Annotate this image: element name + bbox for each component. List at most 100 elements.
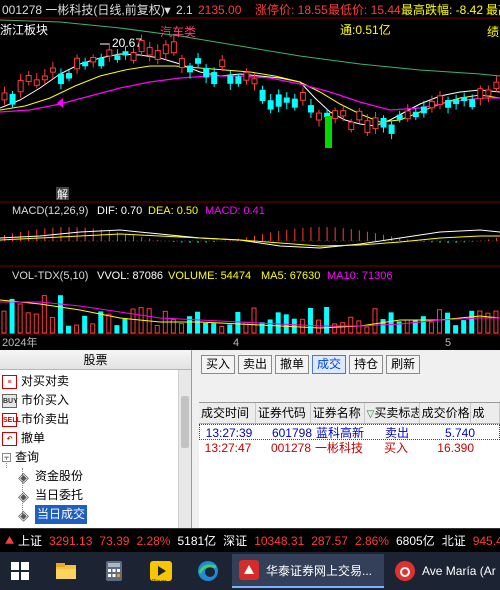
unlock-label: 解 — [57, 187, 68, 201]
sz-amount: 6805亿 — [395, 534, 435, 548]
diamond-icon: ◈ — [18, 506, 29, 523]
cell-name: 蓝科高新 — [316, 426, 365, 439]
header-version: 2.1 — [176, 3, 193, 17]
windows-start-icon[interactable] — [6, 557, 34, 585]
max-label: 最高 — [486, 2, 500, 17]
refresh-button[interactable]: 刷新 — [386, 355, 421, 374]
tree-item-funds-shares[interactable]: ◈ 资金股份 — [16, 467, 83, 486]
volume-bars — [1, 295, 499, 334]
x-axis-may: 5 — [445, 337, 451, 349]
collapse-icon[interactable]: − — [2, 453, 11, 462]
max-drop-label: 最高跌幅: -8.42 — [401, 2, 483, 17]
table-row[interactable]: 13:27:39 601798 蓝科高新 卖出 5.740 — [199, 424, 500, 440]
edge-browser-icon[interactable] — [194, 557, 222, 585]
sell-icon: SELL — [2, 412, 21, 427]
col-price[interactable]: 成交价格 — [420, 403, 471, 423]
vol-ma5: MA5: 67630 — [261, 270, 320, 282]
tree-item-today-deals[interactable]: ◈ 当日成交 — [16, 505, 88, 524]
calculator-icon[interactable] — [100, 557, 128, 585]
chart-title: 001278 一彬科技(日线,前复权) — [2, 2, 165, 17]
macd-value: MACD: 0.41 — [205, 205, 265, 217]
tree-item-label: 查询 — [15, 450, 40, 464]
col-deal-time[interactable]: 成交时间 — [199, 403, 256, 423]
candlestick-series — [1, 34, 500, 148]
tree-item-label: 撤单 — [21, 431, 46, 445]
x-axis-april: 4 — [233, 337, 239, 349]
vol-title: VOL-TDX(5,10) — [12, 270, 88, 282]
vol-vvol: VVOL: 87086 — [97, 270, 163, 282]
signal-marker — [57, 98, 63, 108]
sh-index-value: 3291.13 — [49, 534, 93, 548]
cell-price: 16.390 — [437, 441, 474, 455]
tree-item-label: 当日委托 — [35, 488, 84, 502]
bz-index-value: 945.4 — [472, 534, 500, 548]
table-header: 成交时间 证券代码 证券名称 ▽买卖标志 成交价格 成 — [199, 403, 500, 424]
header-price: 2135.00 — [198, 3, 242, 17]
sz-index-label[interactable]: 深证 — [223, 534, 247, 548]
ma-line-yellow — [0, 65, 500, 123]
trading-panel: 股票 ≡ 对买对卖 BUY 市价买入 SELL 市价卖出 ↶ 撤单 − 查询 ◈… — [0, 350, 500, 528]
huatai-window-title: 华泰证券网上交易... — [266, 563, 373, 578]
high-price-marker: 20.67 — [112, 36, 142, 50]
sh-index-change: 73.39 — [99, 534, 130, 548]
sh-index-label[interactable]: 上证 — [18, 534, 42, 548]
col-flag[interactable]: ▽买卖标志 — [365, 403, 420, 423]
withdraw-button[interactable]: 撤单 — [275, 355, 310, 374]
function-tree: 股票 ≡ 对买对卖 BUY 市价买入 SELL 市价卖出 ↶ 撤单 − 查询 ◈… — [0, 350, 192, 528]
cell-name: 一彬科技 — [315, 441, 364, 455]
tree-item-label: 资金股份 — [35, 469, 84, 483]
diamond-icon: ◈ — [18, 487, 29, 504]
withdraw-icon: ↶ — [2, 431, 17, 446]
tree-item-query[interactable]: − 查询 — [2, 448, 39, 467]
taskbar-huatai-window[interactable]: 华泰证券网上交易... — [232, 554, 384, 588]
positions-button[interactable]: 持仓 — [349, 355, 384, 374]
player-caption: Player — [152, 579, 167, 585]
vol-volume: VOLUME: 54474 — [168, 270, 251, 282]
sh-index-pct: 2.28% — [136, 534, 171, 548]
tree-item-label: 市价卖出 — [21, 412, 70, 426]
table-row[interactable]: 13:27:47 001278 一彬科技 买入 16.390 — [199, 440, 500, 456]
cell-price: 5.740 — [444, 426, 475, 439]
vol-ma10: MA10: 71306 — [327, 270, 392, 282]
buy-button[interactable]: 买入 — [201, 355, 236, 374]
windows-taskbar: Player 华泰证券网上交易... Ave María (Ar — [0, 552, 500, 590]
cell-flag: 卖出 — [384, 426, 409, 439]
red-doc-icon: ≡ — [2, 374, 17, 389]
macd-dea: DEA: 0.50 — [148, 205, 198, 217]
tree-scrollbar[interactable] — [178, 370, 191, 528]
tree-item-market-sell[interactable]: SELL 市价卖出 — [2, 410, 69, 429]
sz-index-change: 287.57 — [311, 534, 348, 548]
player-icon[interactable]: Player — [147, 557, 175, 585]
scroll-thumb[interactable] — [181, 396, 189, 448]
deals-button[interactable]: 成交 — [312, 355, 347, 374]
up-arrow-icon — [5, 536, 14, 544]
huatai-app-icon — [239, 560, 259, 580]
tree-item-withdraw[interactable]: ↶ 撤单 — [2, 429, 45, 448]
cell-flag: 买入 — [383, 441, 408, 455]
sz-index-pct: 2.86% — [354, 534, 389, 548]
tree-item-today-orders[interactable]: ◈ 当日委托 — [16, 486, 83, 505]
tree-header[interactable]: 股票 — [0, 350, 191, 370]
buy-icon: BUY — [2, 393, 18, 408]
tree-item-pair-trade[interactable]: ≡ 对买对卖 — [2, 372, 69, 391]
query-pane: 买入 卖出 撤单 成交 持仓 刷新 成交时间 证券代码 证券名称 ▽买卖标志 成… — [193, 350, 500, 528]
limit-up-label: 涨停价: 18.55 — [255, 2, 328, 17]
netease-music-icon — [395, 561, 415, 581]
col-more[interactable]: 成 — [471, 403, 500, 423]
file-explorer-icon[interactable] — [52, 557, 80, 585]
diamond-icon: ◈ — [18, 468, 29, 485]
bz-index-label[interactable]: 北证 — [442, 534, 466, 548]
tree-item-market-buy[interactable]: BUY 市价买入 — [2, 391, 69, 410]
cell-code: 001278 — [270, 441, 311, 455]
kline-chart[interactable]: 001278 一彬科技(日线,前复权) ▼ 2.1 2135.00 涨停价: 1… — [0, 0, 500, 350]
market-status-bar: 上证 3291.13 73.39 2.28% 5181亿 深证 10348.31 287.57… — [0, 528, 500, 552]
col-name[interactable]: 证券名称 — [311, 403, 365, 423]
tree-item-label: 当日成交 — [35, 505, 88, 524]
float-cap-label: 通:0.51亿 — [340, 22, 391, 37]
sell-button[interactable]: 卖出 — [238, 355, 273, 374]
sh-amount: 5181亿 — [177, 534, 217, 548]
col-code[interactable]: 证券代码 — [256, 403, 311, 423]
performance-tag: 绩 — [487, 25, 499, 39]
taskbar-music-window[interactable]: Ave María (Ar — [390, 554, 500, 588]
sz-index-value: 10348.31 — [254, 534, 305, 548]
